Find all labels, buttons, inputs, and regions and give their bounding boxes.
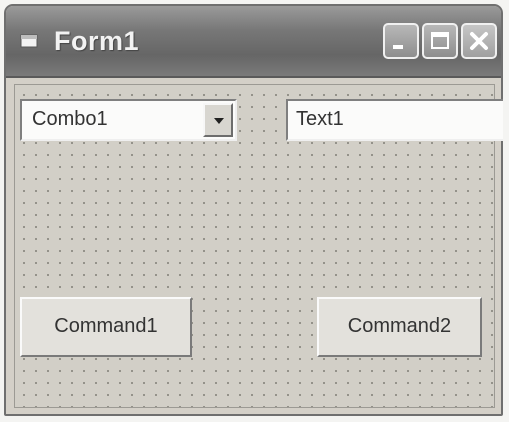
command2-button[interactable]: Command2 (317, 297, 482, 357)
text-box-value: Text1 (296, 108, 344, 130)
minimize-button[interactable] (383, 23, 419, 59)
close-button[interactable] (461, 23, 497, 59)
text-box[interactable]: Text1 (286, 99, 503, 141)
combo-dropdown-button[interactable] (203, 103, 233, 137)
form-icon (20, 34, 38, 48)
maximize-button[interactable] (422, 23, 458, 59)
title-bar[interactable]: Form1 (6, 6, 501, 78)
window-title: Form1 (54, 26, 140, 56)
combo-value: Combo1 (32, 108, 108, 130)
combo-box[interactable]: Combo1 (20, 99, 237, 141)
command1-button[interactable]: Command1 (20, 297, 192, 357)
